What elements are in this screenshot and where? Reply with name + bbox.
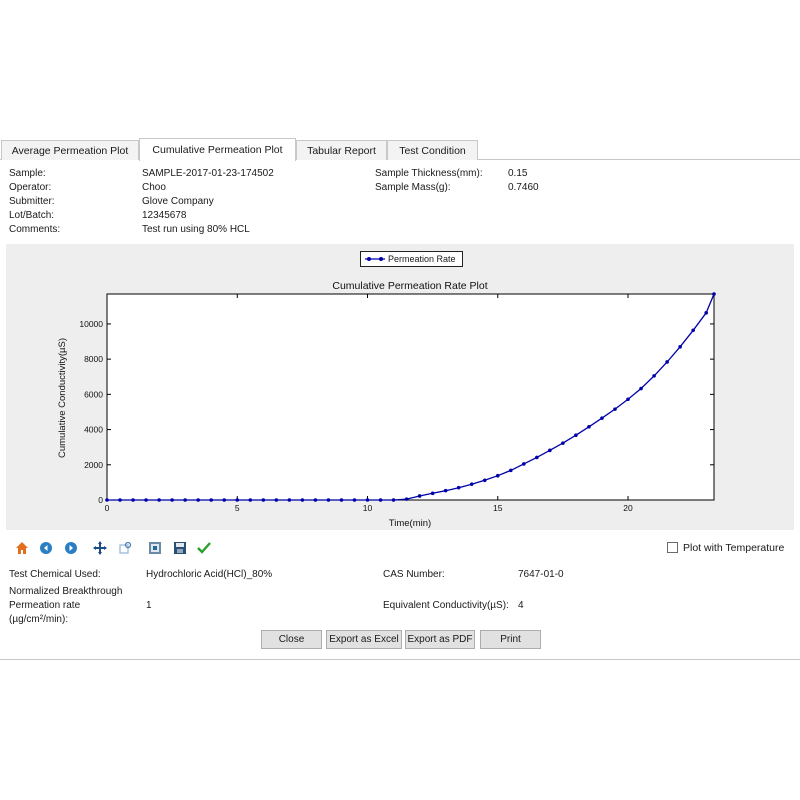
plot-panel: [6, 244, 794, 530]
submitter-label: Submitter:: [9, 196, 55, 207]
normalized-breakthrough-label: Normalized Breakthrough: [9, 586, 123, 597]
export-excel-button[interactable]: Export as Excel: [326, 630, 402, 649]
test-chemical-label: Test Chemical Used:: [9, 569, 101, 580]
permeation-rate-label: Permeation rate: [9, 600, 81, 611]
comments-value: Test run using 80% HCL: [142, 224, 250, 235]
chart-legend: Permeation Rate: [360, 251, 463, 267]
plot-with-temperature-checkbox[interactable]: [667, 542, 678, 553]
legend-series-label: Permeation Rate: [388, 254, 456, 264]
sample-thickness-label: Sample Thickness(mm):: [375, 168, 483, 179]
operator-label: Operator:: [9, 182, 52, 193]
equivalent-conductivity-label: Equivalent Conductivity(µS):: [383, 600, 509, 611]
lot-batch-label: Lot/Batch:: [9, 210, 55, 221]
legend-line-icon: [365, 257, 385, 261]
tab-test-condition[interactable]: Test Condition: [387, 140, 478, 160]
tab-tabular-report[interactable]: Tabular Report: [296, 140, 387, 160]
tab-bar: Average Permeation Plot Cumulative Perme…: [0, 138, 800, 161]
tab-average-permeation-plot[interactable]: Average Permeation Plot: [1, 140, 139, 160]
back-arrow-icon[interactable]: [38, 540, 54, 556]
plot-with-temperature-label: Plot with Temperature: [683, 542, 785, 554]
sample-mass-label: Sample Mass(g):: [375, 182, 451, 193]
sample-thickness-value: 0.15: [508, 168, 528, 179]
sample-mass-value: 0.7460: [508, 182, 539, 193]
pan-icon[interactable]: [92, 540, 108, 556]
save-icon[interactable]: [172, 540, 188, 556]
checkmark-icon[interactable]: [196, 540, 212, 556]
lot-batch-value: 12345678: [142, 210, 187, 221]
permeation-rate-unit-label: (µg/cm²/min):: [9, 614, 69, 625]
cas-number-value: 7647-01-0: [518, 569, 564, 580]
test-chemical-value: Hydrochloric Acid(HCl)_80%: [146, 569, 273, 580]
print-button[interactable]: Print: [480, 630, 541, 649]
cas-number-label: CAS Number:: [383, 569, 445, 580]
export-pdf-button[interactable]: Export as PDF: [405, 630, 475, 649]
equivalent-conductivity-value: 4: [518, 600, 524, 611]
sample-label: Sample:: [9, 168, 46, 179]
normalized-breakthrough-value: 1: [146, 600, 152, 611]
zoom-icon[interactable]: [117, 540, 133, 556]
comments-label: Comments:: [9, 224, 61, 235]
close-button[interactable]: Close: [261, 630, 322, 649]
home-icon[interactable]: [14, 540, 30, 556]
configure-subplots-icon[interactable]: [147, 540, 163, 556]
forward-arrow-icon[interactable]: [63, 540, 79, 556]
operator-value: Choo: [142, 182, 166, 193]
tab-cumulative-permeation-plot[interactable]: Cumulative Permeation Plot: [139, 138, 296, 161]
submitter-value: Glove Company: [142, 196, 214, 207]
sample-value: SAMPLE-2017-01-23-174502: [142, 168, 274, 179]
